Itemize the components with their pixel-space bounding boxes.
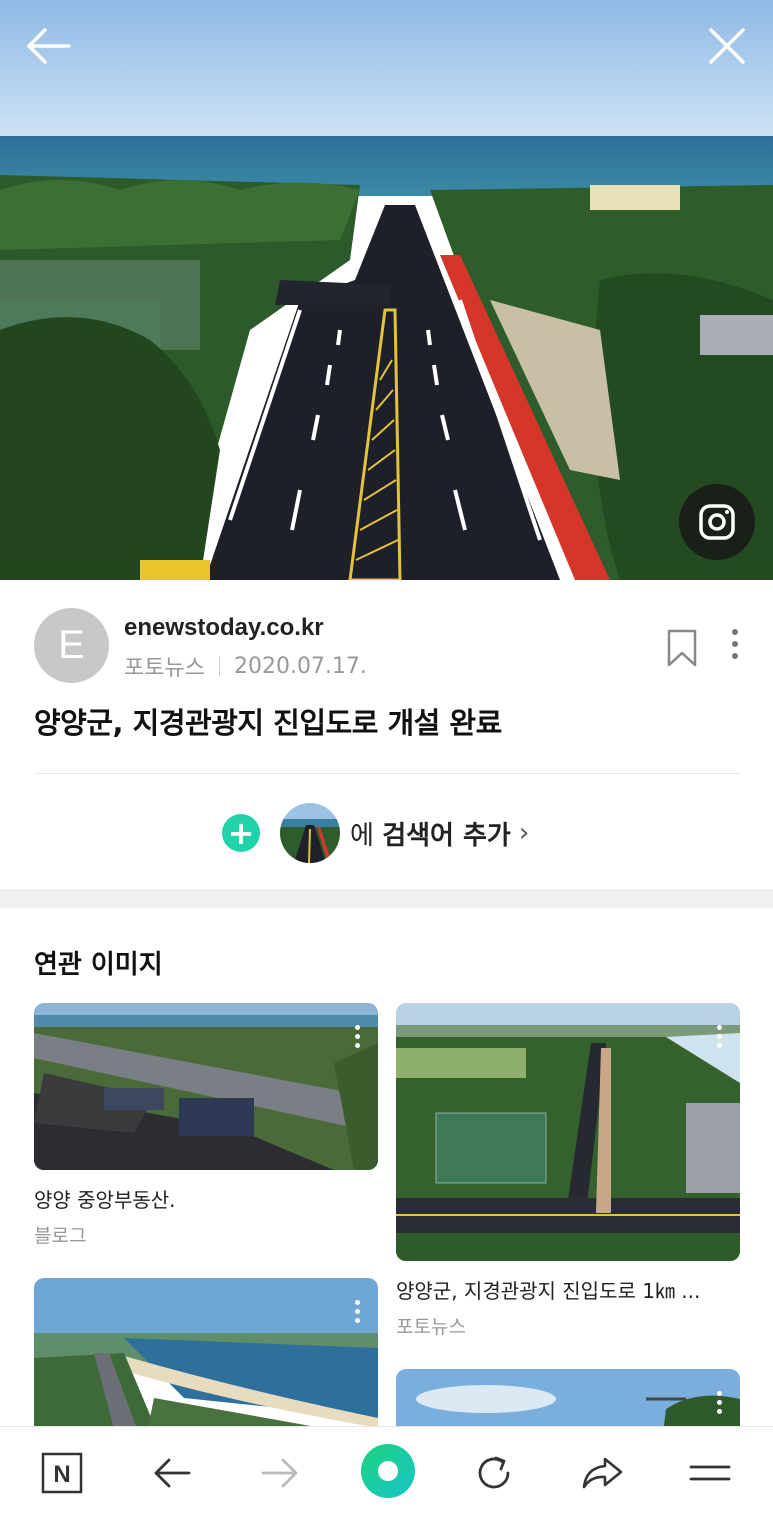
related-image-card[interactable] <box>396 1369 740 1426</box>
related-image[interactable] <box>34 1003 378 1170</box>
source-date: 2020.07.17. <box>233 653 367 679</box>
related-image-card[interactable]: 양양군, 지경관광지 진입도로 1㎞ ... 포토뉴스 <box>396 1003 740 1339</box>
browser-forward-button[interactable] <box>250 1443 310 1503</box>
image-more-button[interactable] <box>717 1025 722 1048</box>
menu-icon <box>689 1465 731 1481</box>
image-more-button[interactable] <box>717 1391 722 1414</box>
back-arrow-icon <box>154 1458 191 1488</box>
green-dot-icon <box>361 1444 415 1498</box>
section-gap <box>0 890 773 908</box>
hero-photo[interactable] <box>0 0 773 580</box>
browser-back-button[interactable] <box>142 1443 202 1503</box>
arrow-left-icon <box>27 28 71 64</box>
related-heading: 연관 이미지 <box>34 950 163 980</box>
related-source: 포토뉴스 <box>396 1316 466 1338</box>
lens-search-button[interactable] <box>679 484 755 560</box>
naver-home-icon: N <box>41 1452 83 1494</box>
related-image[interactable] <box>34 1278 378 1426</box>
close-button[interactable] <box>699 18 755 74</box>
add-search-term-label: 에 검색어 추가 <box>350 815 511 852</box>
back-button[interactable] <box>18 18 78 74</box>
forward-arrow-icon <box>261 1458 298 1488</box>
image-more-button[interactable] <box>355 1025 360 1048</box>
more-options-button[interactable] <box>720 624 750 664</box>
source-category: 포토뉴스 <box>124 656 205 681</box>
bookmark-icon <box>667 629 697 667</box>
plus-icon: + <box>222 814 260 852</box>
share-button[interactable] <box>572 1443 632 1503</box>
refresh-icon <box>478 1456 510 1489</box>
add-search-term-row[interactable]: + 에 검색어 추가 › <box>222 802 529 864</box>
bookmark-button[interactable] <box>662 626 702 670</box>
share-icon <box>582 1457 623 1489</box>
naver-home-button[interactable]: N <box>32 1443 92 1503</box>
refresh-button[interactable] <box>464 1443 524 1503</box>
related-caption[interactable]: 양양군, 지경관광지 진입도로 1㎞ ... <box>396 1275 740 1304</box>
road-photo <box>0 0 773 580</box>
source-subline: 포토뉴스 2020.07.17. <box>124 650 367 682</box>
related-source: 블로그 <box>34 1225 87 1247</box>
menu-button[interactable] <box>680 1443 740 1503</box>
add-prefix: 에 <box>350 820 383 851</box>
dot-icon <box>732 641 738 647</box>
related-image-card[interactable]: 양양 중앙부동산. 블로그 <box>34 1003 378 1248</box>
separator <box>218 656 220 676</box>
image-more-button[interactable] <box>355 1300 360 1323</box>
add-search-term-text: 검색어 추가 <box>382 820 511 851</box>
related-image[interactable] <box>396 1003 740 1261</box>
related-caption[interactable]: 양양 중앙부동산. <box>34 1184 378 1213</box>
keyword-thumbnail <box>280 803 340 863</box>
divider <box>34 773 740 774</box>
article-title[interactable]: 양양군, 지경관광지 진입도로 개설 완료 <box>34 700 502 742</box>
close-icon <box>709 28 745 64</box>
lens-search-icon <box>699 504 735 540</box>
chevron-right-icon: › <box>518 818 530 848</box>
svg-text:N: N <box>53 1461 70 1488</box>
related-image-card[interactable] <box>34 1278 378 1426</box>
source-name[interactable]: enewstoday.co.kr <box>124 614 324 642</box>
bottom-toolbar: N <box>0 1426 773 1520</box>
related-images-section: 연관 이미지 양양 중앙부동산. 블로그 양양군, 지경관광지 진입도로 1㎞ … <box>0 908 773 1426</box>
related-image[interactable] <box>396 1369 740 1426</box>
article-meta: E enewstoday.co.kr 포토뉴스 2020.07.17. 양양군,… <box>0 580 773 890</box>
dot-icon <box>732 629 738 635</box>
green-dot-button[interactable] <box>358 1441 418 1501</box>
source-avatar[interactable]: E <box>34 608 109 683</box>
dot-icon <box>732 653 738 659</box>
